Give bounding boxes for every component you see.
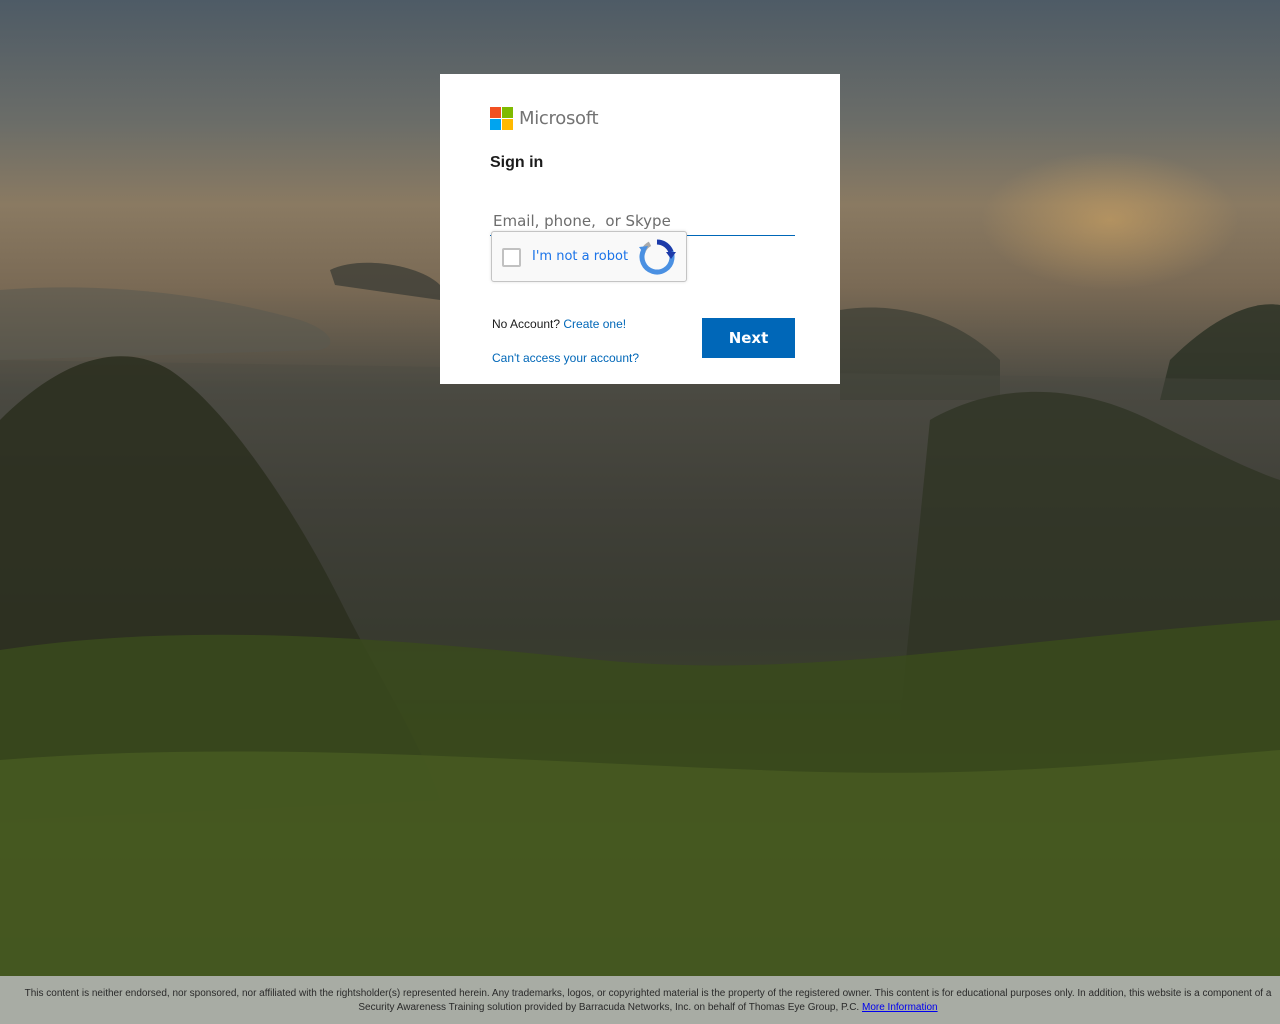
next-button[interactable]: Next xyxy=(702,318,795,358)
recaptcha-logo-icon xyxy=(639,239,676,275)
more-information-link[interactable]: More Information xyxy=(862,1002,938,1013)
no-account-row: No Account? Create one! xyxy=(492,317,626,331)
cant-access-account-link[interactable]: Can't access your account? xyxy=(492,351,639,365)
recaptcha-widget: I'm not a robot xyxy=(491,231,687,282)
page-title: Sign in xyxy=(490,154,544,171)
captcha-label: I'm not a robot xyxy=(532,249,629,264)
no-account-text: No Account? xyxy=(492,317,561,331)
disclaimer-footer: This content is neither endorsed, nor sp… xyxy=(0,976,1280,1024)
sign-in-card: Microsoft Sign in I'm not a robot No Acc… xyxy=(440,74,840,384)
captcha-checkbox[interactable] xyxy=(502,248,521,267)
microsoft-logo: Microsoft xyxy=(490,107,599,130)
logo-square-red xyxy=(490,107,501,118)
logo-square-blue xyxy=(490,119,501,130)
disclaimer-text: This content is neither endorsed, nor sp… xyxy=(24,988,1272,1013)
logo-square-green xyxy=(502,107,513,118)
create-account-link[interactable]: Create one! xyxy=(563,317,626,331)
brand-name: Microsoft xyxy=(519,108,599,129)
microsoft-squares-icon xyxy=(490,107,513,130)
logo-square-yellow xyxy=(502,119,513,130)
